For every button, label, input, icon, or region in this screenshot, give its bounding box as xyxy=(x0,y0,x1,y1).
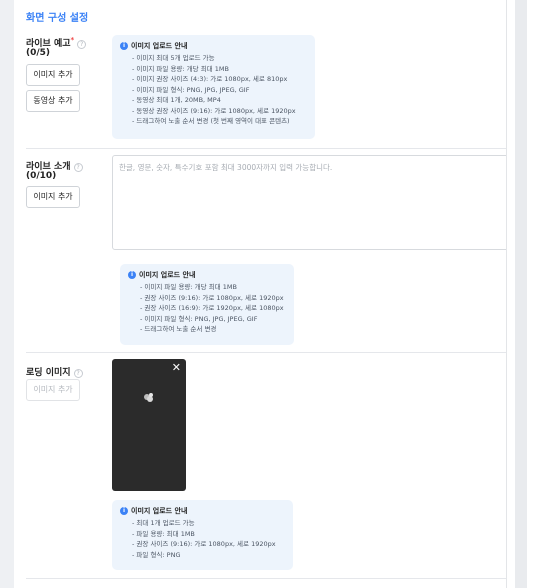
info-item: 파일 형식: PNG xyxy=(120,550,285,561)
info-icon: i xyxy=(120,42,128,50)
loading-image-label: 로딩 이미지? xyxy=(26,365,83,378)
info-title: i 이미지 업로드 안내 xyxy=(120,41,307,51)
loading-image-thumbnail: ✕ xyxy=(112,359,186,491)
info-item: 동영상 권장 사이즈 (9:16): 가로 1080px, 세로 1920px xyxy=(120,106,307,117)
info-item: 파일 용량: 최대 1MB xyxy=(120,529,285,540)
info-item: 이미지 파일 형식: PNG, JPG, JPEG, GIF xyxy=(128,314,286,325)
live-intro-add-image-button[interactable]: 이미지 추가 xyxy=(26,186,80,208)
required-mark: * xyxy=(70,36,75,44)
divider xyxy=(26,352,506,353)
image-placeholder-icon xyxy=(142,390,156,409)
info-title-text: 이미지 업로드 안내 xyxy=(131,42,188,50)
divider xyxy=(26,578,506,579)
close-icon[interactable]: ✕ xyxy=(172,362,181,373)
divider xyxy=(26,148,506,149)
info-item: 권장 사이즈 (9:16): 가로 1080px, 세로 1920px xyxy=(120,539,285,550)
info-item: 드래그하여 노출 순서 변경 xyxy=(128,324,286,335)
live-intro-count: (0/10) xyxy=(26,171,57,181)
info-item: 최대 1개 업로드 가능 xyxy=(120,518,285,529)
help-icon[interactable]: ? xyxy=(77,40,87,49)
info-item: 이미지 권장 사이즈 (4:3): 가로 1080px, 세로 810px xyxy=(120,74,307,85)
info-list: 이미지 최대 5개 업로드 가능 이미지 파일 용량: 개당 최대 1MB 이미… xyxy=(120,53,307,127)
live-intro-info-box: i 이미지 업로드 안내 이미지 파일 용량: 개당 최대 1MB 권장 사이즈… xyxy=(120,264,294,345)
scrollbar-track[interactable] xyxy=(507,0,543,588)
info-list: 이미지 파일 용량: 개당 최대 1MB 권장 사이즈 (9:16): 가로 1… xyxy=(128,282,286,335)
info-title: i 이미지 업로드 안내 xyxy=(128,270,286,280)
screen-settings-panel: 화면 구성 설정 라이브 예고*? (0/5) 이미지 추가 동영상 추가 i … xyxy=(14,0,507,588)
info-item: 이미지 파일 용량: 개당 최대 1MB xyxy=(120,64,307,75)
info-item: 권장 사이즈 (16:9): 가로 1920px, 세로 1080px xyxy=(128,303,286,314)
live-preview-info-box: i 이미지 업로드 안내 이미지 최대 5개 업로드 가능 이미지 파일 용량:… xyxy=(112,35,315,139)
live-intro-textarea[interactable]: 한글, 영문, 숫자, 특수기호 포함 최대 3000자까지 입력 가능합니다. xyxy=(112,155,506,250)
info-icon: i xyxy=(120,507,128,515)
help-icon[interactable]: ? xyxy=(73,369,83,378)
info-title-text: 이미지 업로드 안내 xyxy=(131,507,188,515)
info-item: 이미지 파일 형식: PNG, JPG, JPEG, GIF xyxy=(120,85,307,96)
loading-image-label-text: 로딩 이미지 xyxy=(26,368,71,378)
info-item: 권장 사이즈 (9:16): 가로 1080px, 세로 1920px xyxy=(128,293,286,304)
info-item: 이미지 파일 용량: 개당 최대 1MB xyxy=(128,282,286,293)
loading-image-add-image-button[interactable]: 이미지 추가 xyxy=(26,379,80,401)
section-title: 화면 구성 설정 xyxy=(26,13,89,24)
loading-image-info-box: i 이미지 업로드 안내 최대 1개 업로드 가능 파일 용량: 최대 1MB … xyxy=(112,500,293,570)
info-item: 드래그하여 노출 순서 변경 (첫 번째 영역이 대표 콘텐츠) xyxy=(120,116,307,127)
info-list: 최대 1개 업로드 가능 파일 용량: 최대 1MB 권장 사이즈 (9:16)… xyxy=(120,518,285,560)
info-title: i 이미지 업로드 안내 xyxy=(120,506,285,516)
info-item: 이미지 최대 5개 업로드 가능 xyxy=(120,53,307,64)
live-preview-add-image-button[interactable]: 이미지 추가 xyxy=(26,64,80,86)
help-icon[interactable]: ? xyxy=(73,163,83,172)
info-title-text: 이미지 업로드 안내 xyxy=(139,271,196,279)
live-preview-count: (0/5) xyxy=(26,48,51,58)
info-icon: i xyxy=(128,271,136,279)
info-item: 동영상 최대 1개, 20MB, MP4 xyxy=(120,95,307,106)
scrollbar[interactable] xyxy=(515,0,527,588)
live-preview-add-video-button[interactable]: 동영상 추가 xyxy=(26,90,80,112)
